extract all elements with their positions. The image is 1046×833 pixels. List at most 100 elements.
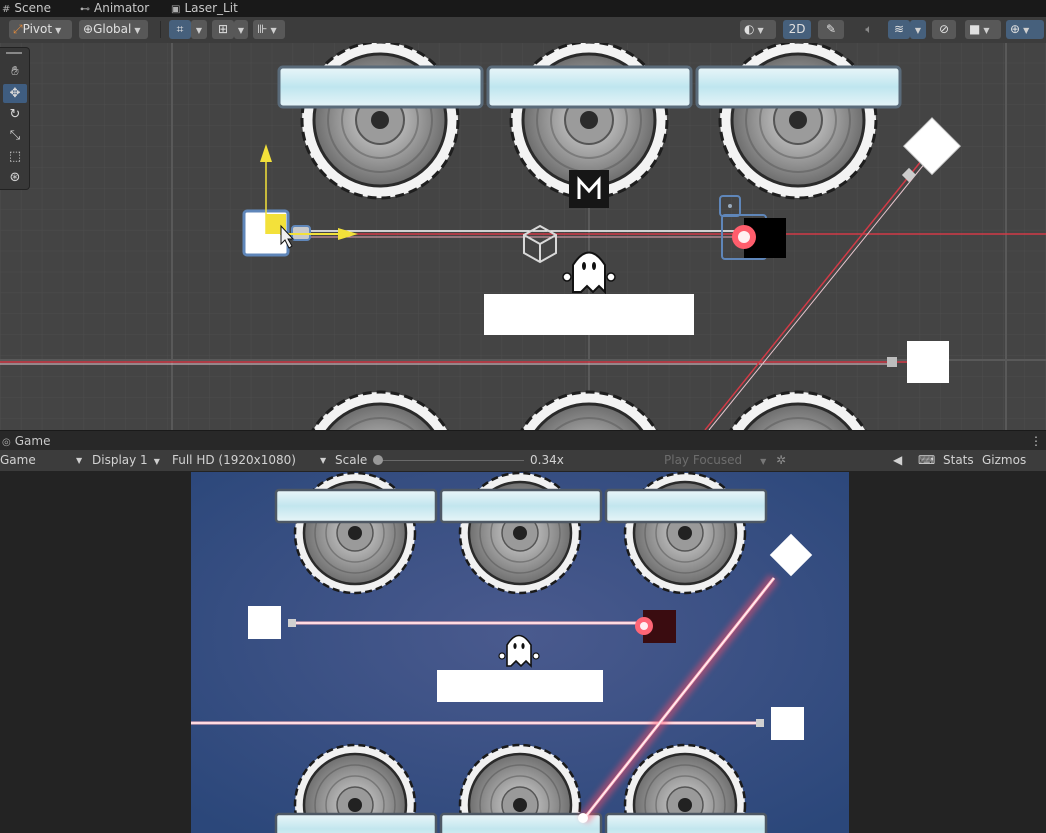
game-cap-top-2 <box>439 488 603 524</box>
global-dropdown[interactable]: ⊕Global ▼ <box>79 20 148 39</box>
tab-animator[interactable]: ⊷ Animator <box>80 0 149 17</box>
tab-game-label: Game <box>14 434 51 448</box>
camera-icon: ■ <box>969 22 981 36</box>
grid-visibility-dropdown[interactable]: ▼ <box>234 20 248 39</box>
cap-top-3[interactable] <box>695 65 902 109</box>
game-emitter-left <box>248 606 281 639</box>
game-view-label: Game <box>0 453 36 467</box>
rect-tool[interactable]: ⬚ <box>3 147 27 166</box>
tab-animator-label: Animator <box>94 1 150 15</box>
rotate-tool[interactable]: ↻ <box>3 105 27 124</box>
ruler-icon: ⊪ <box>257 22 268 36</box>
tab-laser-lit[interactable]: ▣ Laser_Lit <box>171 0 238 17</box>
chevron-down-icon: ▼ <box>983 26 990 35</box>
display-label: Display 1 <box>92 453 148 467</box>
bug-icon: ✲ <box>776 453 787 467</box>
grid-snap-icon: ⌗ <box>176 22 184 36</box>
toolbar-divider <box>160 21 161 38</box>
grid-visibility-button[interactable]: ⊞ <box>212 20 234 39</box>
chevron-down-icon: ▼ <box>153 457 160 466</box>
tab-scene[interactable]: # Scene <box>2 0 51 17</box>
chevron-down-icon: ▼ <box>320 456 327 465</box>
play-focused-label: Play Focused <box>664 453 743 467</box>
hand-icon: ✋︎ <box>11 64 19 79</box>
chevron-down-icon: ▼ <box>1023 26 1030 35</box>
tab-laser-lit-label: Laser_Lit <box>184 1 238 15</box>
move-arrows-icon: ✥ <box>9 86 21 101</box>
tab-scene-label: Scene <box>14 1 51 15</box>
gizmos-dropdown[interactable]: ⊕ ▼ <box>1006 20 1044 39</box>
game-platform <box>437 670 603 702</box>
gizmos-label: Gizmos <box>982 453 1027 467</box>
cap-top-1[interactable] <box>277 65 484 109</box>
hand-tool[interactable]: ✋︎ <box>3 62 27 81</box>
chevron-down-icon: ▼ <box>760 457 767 466</box>
draw-mode-dropdown[interactable]: ◐ ▼ <box>740 20 776 39</box>
m-logo-icon <box>569 170 609 208</box>
scale-slider-track[interactable] <box>374 460 524 461</box>
effects-toggle[interactable]: ≋ <box>888 20 910 39</box>
gizmos-toggle[interactable]: Gizmos <box>982 450 1026 471</box>
pivot-icon: ⤢ <box>13 22 23 36</box>
scale-slider-thumb[interactable] <box>373 455 383 465</box>
grid-visibility-icon: ⊞ <box>217 22 229 36</box>
game-tab-bar: ◎ Game ⋮ <box>0 430 1046 451</box>
increment-snap-button[interactable]: ⊪ ▼ <box>253 20 285 39</box>
resolution-label: Full HD (1920x1080) <box>172 453 296 467</box>
global-label: Global <box>93 22 132 36</box>
game-render[interactable] <box>191 472 849 833</box>
game-cap-bottom-2 <box>439 812 603 833</box>
pivot-dropdown[interactable]: ⤢Pivot ▼ <box>9 20 72 39</box>
display-select[interactable]: Display 1 ▼ <box>92 450 164 471</box>
chevron-down-icon: ▼ <box>55 26 62 35</box>
scale-value: 0.34x <box>530 453 564 467</box>
globe-icon: ⊕ <box>83 22 94 36</box>
game-cap-top-1 <box>274 488 438 524</box>
grid-snap-button[interactable]: ⌗ <box>169 20 191 39</box>
stats-button[interactable]: Stats <box>943 450 974 471</box>
camera-dropdown[interactable]: ■ ▼ <box>965 20 1001 39</box>
shortcuts-toggle[interactable]: ⌨︎ <box>918 450 935 471</box>
mode-2d-label: 2D <box>788 22 806 36</box>
cap-top-2[interactable] <box>486 65 693 109</box>
speaker-icon: ◀︎ <box>893 453 903 467</box>
transform-tool[interactable]: ⊛ <box>3 168 27 187</box>
mode-2d-toggle[interactable]: 2D <box>783 20 811 39</box>
game-canvas <box>191 472 849 833</box>
chevron-down-icon: ▼ <box>914 26 922 35</box>
game-cap-top-3 <box>604 488 768 524</box>
chevron-down-icon: ▼ <box>237 26 245 35</box>
lighting-toggle[interactable]: ✎ <box>818 20 844 39</box>
panel-menu-button[interactable]: ⋮ <box>1030 433 1042 450</box>
game-view-select[interactable]: Game ▼ <box>0 450 82 471</box>
play-focused-select[interactable]: Play Focused ▼ <box>664 450 766 471</box>
mute-audio-toggle[interactable]: ◀︎ <box>893 450 902 471</box>
chevron-down-icon: ▼ <box>757 26 764 35</box>
effects-dropdown[interactable]: ▼ <box>910 20 926 39</box>
game-cap-bottom-3 <box>604 812 768 833</box>
grid-icon: # <box>2 4 11 15</box>
scene-toolbar: ⤢Pivot ▼ ⊕Global ▼ ⌗ ▼ ⊞ ▼ ⊪ ▼ ◐ ▼ 2D ✎ 🔈︎ ≋… <box>0 17 1046 44</box>
scene-canvas <box>0 43 1046 430</box>
scene-viewport[interactable]: ✋︎ ✥ ↻ ⤡ ⬚ ⊛ <box>0 43 1046 430</box>
grid-snap-dropdown[interactable]: ▼ <box>191 20 207 39</box>
rect-icon: ⬚ <box>8 149 22 164</box>
audio-toggle[interactable]: 🔈︎ <box>858 20 880 39</box>
editor-tab-bar: # Scene ⊷ Animator ▣ Laser_Lit <box>0 0 1046 17</box>
transform-icon: ⊛ <box>9 170 21 185</box>
shading-mode-icon: ◐ <box>744 22 755 36</box>
palette-drag-handle[interactable] <box>6 52 22 54</box>
tab-game[interactable]: ◎ Game <box>2 433 50 450</box>
move-tool[interactable]: ✥ <box>3 84 27 103</box>
resolution-select[interactable]: Full HD (1920x1080) ▼ <box>172 450 327 471</box>
scale-tool[interactable]: ⤡ <box>3 126 27 145</box>
pivot-label: Pivot <box>22 22 53 36</box>
speaker-muted-icon: 🔈︎ <box>865 22 873 36</box>
chevron-down-icon: ▼ <box>134 26 141 35</box>
chevron-down-icon: ▼ <box>195 26 203 35</box>
scale-label: Scale <box>335 453 368 467</box>
debug-toggle[interactable]: ✲ <box>776 450 786 471</box>
hidden-objects-toggle[interactable]: ⊘ <box>932 20 956 39</box>
game-cap-bottom-1 <box>274 812 438 833</box>
platform[interactable] <box>484 294 694 335</box>
